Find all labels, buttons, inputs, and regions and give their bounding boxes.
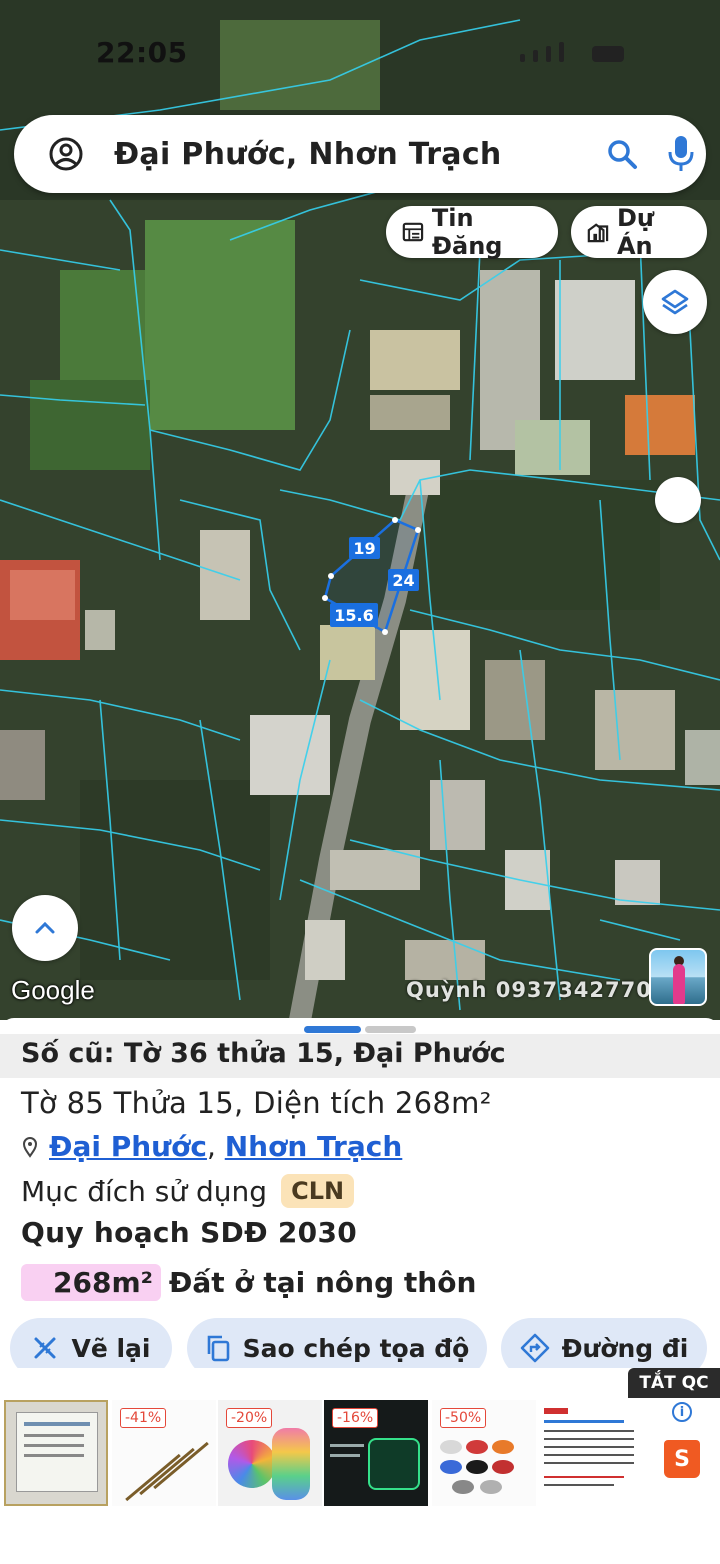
projects-chip[interactable]: Dự Án: [571, 204, 707, 260]
ad-item[interactable]: -41%: [112, 1400, 216, 1506]
account-icon[interactable]: [48, 136, 84, 172]
ad-item[interactable]: [538, 1400, 642, 1506]
listings-chip[interactable]: Tin Đăng: [386, 204, 558, 260]
redraw-label: Vẽ lại: [71, 1333, 151, 1363]
sheet-handle[interactable]: [365, 1026, 416, 1033]
zone-row: 268m² Đất ở tại nông thôn: [21, 1264, 476, 1301]
parcel-details: Tờ 85 Thửa 15, Diện tích 268m²: [21, 1086, 492, 1120]
directions-label: Đường đi: [561, 1333, 689, 1363]
district-link[interactable]: Nhơn Trạch: [225, 1130, 403, 1163]
search-query[interactable]: Đại Phước, Nhơn Trạch: [114, 137, 502, 172]
ad-item[interactable]: -20%: [218, 1400, 322, 1506]
parcel-edge-label: 19: [349, 537, 380, 559]
location-pin-icon: [22, 1136, 38, 1158]
zone-name: Đất ở tại nông thôn: [168, 1266, 477, 1299]
projects-chip-label: Dự Án: [616, 204, 654, 260]
zone-area: 268m²: [21, 1264, 161, 1301]
contact-watermark: Quỳnh 0937342770: [406, 978, 652, 1002]
ad-item[interactable]: -50%: [432, 1400, 536, 1506]
parcel-edge-label: 15.6: [330, 603, 378, 627]
shopee-icon[interactable]: S: [664, 1440, 700, 1478]
ad-item[interactable]: -16%: [324, 1400, 428, 1506]
parcel-info-sheet[interactable]: Số cũ: Tờ 36 thửa 15, Đại Phước Tờ 85 Th…: [0, 1018, 720, 1400]
old-parcel-id: Số cũ: Tờ 36 thửa 15, Đại Phước: [21, 1038, 506, 1069]
parcel-location: Đại Phước, Nhơn Trạch: [21, 1130, 402, 1163]
sheet-handle-active[interactable]: [304, 1026, 361, 1033]
map-view[interactable]: 19 24 15.6 22:05 Đại Phước, Nhơn Trạch T…: [0, 0, 720, 1020]
location-dot-button[interactable]: [655, 477, 701, 523]
ward-link[interactable]: Đại Phước: [49, 1130, 207, 1163]
directions-icon: [520, 1333, 549, 1363]
signal-icon: [520, 54, 525, 62]
status-icons: [520, 42, 624, 62]
layers-icon: [661, 289, 689, 315]
ad-products[interactable]: -41% -20% -16% -50%: [4, 1400, 720, 1506]
listings-chip-label: Tin Đăng: [431, 204, 503, 260]
expand-up-button[interactable]: [12, 895, 78, 961]
usage-code-badge: CLN: [281, 1174, 355, 1208]
building-icon: [587, 223, 609, 243]
ad-discount: -16%: [332, 1408, 379, 1428]
close-ads-button[interactable]: TẮT QC: [628, 1368, 720, 1398]
layers-button[interactable]: [643, 270, 707, 334]
usage-purpose: Mục đích sử dụng CLN: [21, 1174, 355, 1208]
status-time: 22:05: [96, 36, 188, 69]
copy-icon: [207, 1335, 229, 1362]
avatar[interactable]: [649, 948, 707, 1006]
google-attribution: Google: [11, 975, 95, 1005]
location-separator: ,: [206, 1130, 216, 1163]
old-parcel-row: Số cũ: Tờ 36 thửa 15, Đại Phước: [0, 1034, 720, 1078]
search-icon[interactable]: [604, 136, 640, 172]
plan-title: Quy hoạch SDĐ 2030: [21, 1216, 358, 1249]
ad-discount: -50%: [440, 1408, 487, 1428]
ruler-pencil-icon: [34, 1337, 56, 1359]
usage-label: Mục đích sử dụng: [21, 1174, 268, 1208]
copy-coords-label: Sao chép tọa độ: [242, 1333, 470, 1363]
ad-item[interactable]: [4, 1400, 108, 1506]
parcel-edge-label: 24: [388, 569, 419, 591]
ad-info-icon[interactable]: i: [672, 1402, 692, 1422]
ad-banner[interactable]: TẮT QC -41% -20% -16% -50% i S: [0, 1368, 720, 1564]
search-bar[interactable]: Đại Phước, Nhơn Trạch: [14, 115, 706, 193]
battery-icon: [592, 46, 624, 62]
microphone-icon[interactable]: [666, 134, 696, 174]
ad-discount: -41%: [120, 1408, 167, 1428]
chevron-up-icon: [35, 921, 55, 934]
listings-icon: [402, 222, 424, 242]
ad-discount: -20%: [226, 1408, 273, 1428]
